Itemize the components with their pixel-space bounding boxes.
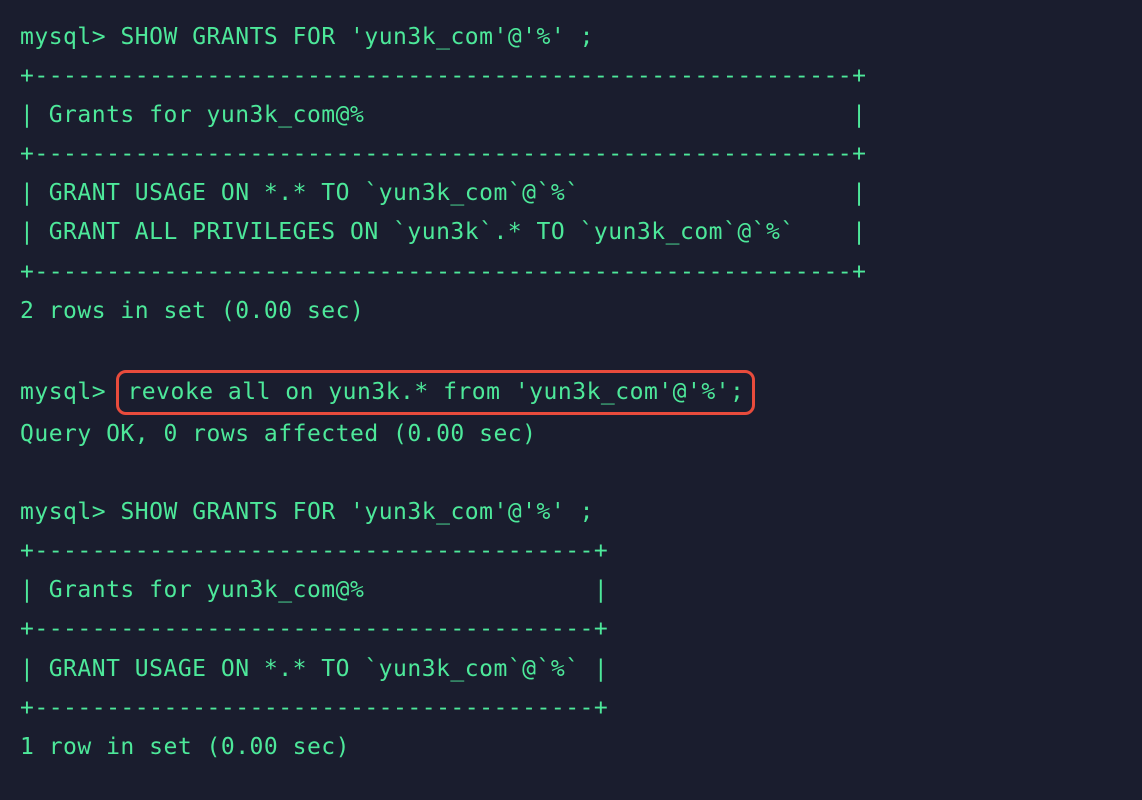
query-result: 2 rows in set (0.00 sec) <box>20 292 1122 331</box>
table-divider: +---------------------------------------… <box>20 253 1122 292</box>
sql-command: SHOW GRANTS FOR 'yun3k_com'@'%' ; <box>120 499 593 525</box>
command-line-2: mysql> revoke all on yun3k.* from 'yun3k… <box>20 370 1122 415</box>
sql-command: SHOW GRANTS FOR 'yun3k_com'@'%' ; <box>120 24 593 50</box>
mysql-prompt: mysql> <box>20 379 106 405</box>
table-header: | Grants for yun3k_com@% | <box>20 96 1122 135</box>
blank-line <box>20 454 1122 493</box>
query-result: 1 row in set (0.00 sec) <box>20 728 1122 767</box>
command-line-1: mysql> SHOW GRANTS FOR 'yun3k_com'@'%' ; <box>20 18 1122 57</box>
table-row: | GRANT ALL PRIVILEGES ON `yun3k`.* TO `… <box>20 213 1122 252</box>
table-divider: +---------------------------------------… <box>20 135 1122 174</box>
query-result: Query OK, 0 rows affected (0.00 sec) <box>20 415 1122 454</box>
table-row: | GRANT USAGE ON *.* TO `yun3k_com`@`%` … <box>20 174 1122 213</box>
table-divider: +---------------------------------------… <box>20 610 1122 649</box>
table-divider: +---------------------------------------… <box>20 532 1122 571</box>
mysql-prompt: mysql> <box>20 499 106 525</box>
table-header: | Grants for yun3k_com@% | <box>20 571 1122 610</box>
blank-line <box>20 331 1122 370</box>
mysql-prompt: mysql> <box>20 24 106 50</box>
table-divider: +---------------------------------------… <box>20 57 1122 96</box>
terminal-output: mysql> SHOW GRANTS FOR 'yun3k_com'@'%' ;… <box>20 18 1122 767</box>
highlighted-revoke-command: revoke all on yun3k.* from 'yun3k_com'@'… <box>116 370 755 415</box>
command-line-3: mysql> SHOW GRANTS FOR 'yun3k_com'@'%' ; <box>20 493 1122 532</box>
table-divider: +---------------------------------------… <box>20 689 1122 728</box>
table-row: | GRANT USAGE ON *.* TO `yun3k_com`@`%` … <box>20 650 1122 689</box>
